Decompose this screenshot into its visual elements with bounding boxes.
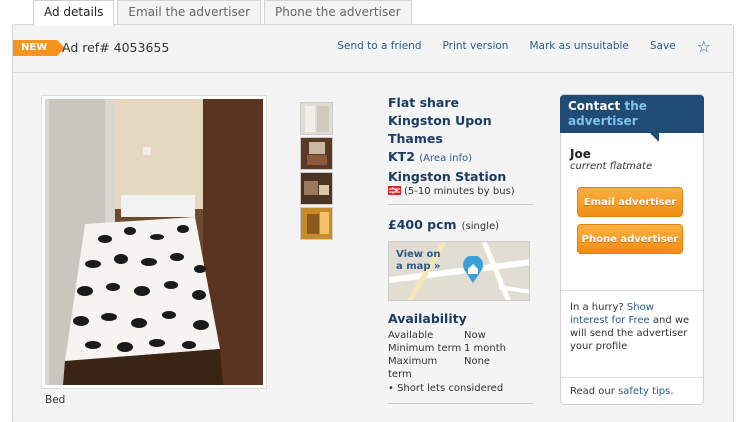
station-time-text: (5-10 minutes by bus) — [404, 186, 515, 197]
safety-tips-link[interactable]: safety tips — [618, 386, 670, 397]
hurry-lead: In a hurry? — [570, 302, 624, 313]
contact-header: Contact the advertiser — [560, 95, 704, 133]
map-pin-icon — [463, 256, 483, 283]
area-line-1: Kingston Upon — [388, 113, 492, 128]
bullet-icon: • — [388, 383, 398, 394]
listing-type: Flat share — [388, 95, 460, 110]
contact-box: Contact the advertiser Joe current flatm… — [560, 94, 704, 405]
email-advertiser-button[interactable]: Email advertiser — [577, 187, 683, 217]
ad-header: NEW Ad ref# 4053655 Send to a friend Pri… — [13, 25, 733, 73]
ad-actions: Send to a friend Print version Mark as u… — [316, 37, 711, 59]
availability-row: Available Now — [388, 329, 534, 342]
rail-icon — [388, 186, 401, 195]
speech-tail — [649, 132, 659, 142]
price-line: £400 pcm (single) — [388, 214, 534, 233]
listing-area: Kingston Upon Thames — [388, 112, 534, 148]
contact-header-advertiser: advertiser — [568, 114, 638, 128]
safety-period: . — [670, 386, 674, 397]
tab-bar: Ad details Email the advertiser Phone th… — [33, 0, 415, 26]
availability-row: Maximum term None — [388, 355, 534, 381]
ad-reference: Ad ref# 4053655 — [62, 40, 170, 55]
photo-thumbnails — [300, 102, 333, 242]
availability-title: Availability — [388, 311, 467, 326]
contact-header-word: Contact — [568, 99, 621, 113]
thumbnail[interactable] — [300, 207, 333, 240]
main-photo[interactable] — [41, 95, 267, 389]
thumbnail[interactable] — [300, 172, 333, 205]
contact-header-the: the — [624, 99, 647, 113]
tab-ad-details[interactable]: Ad details — [33, 0, 115, 26]
hurry-text: In a hurry? Show interest for Free and w… — [561, 290, 703, 353]
phone-advertiser-button[interactable]: Phone advertiser — [577, 224, 683, 254]
thumbnail[interactable] — [300, 137, 333, 170]
station-time: (5-10 minutes by bus) — [388, 186, 534, 197]
short-lets-item: • Short lets considered — [388, 382, 534, 395]
save-link[interactable]: Save — [650, 40, 676, 59]
send-to-friend-link[interactable]: Send to a friend — [337, 40, 421, 59]
divider — [388, 403, 534, 404]
map-label-line-1: View on — [396, 249, 441, 260]
bed-image — [45, 99, 263, 385]
availability-value: 1 month — [464, 343, 506, 354]
thumbnail[interactable] — [300, 102, 333, 135]
availability-label: Maximum term — [388, 356, 438, 380]
area-line-2: Thames — [388, 131, 443, 146]
advertiser-role: current flatmate — [570, 161, 653, 172]
availability-row: Minimum term 1 month — [388, 342, 534, 355]
new-badge: NEW — [13, 40, 65, 56]
postcode-line: KT2 (Area info) — [388, 148, 534, 168]
advertiser-name: Joe — [570, 147, 591, 161]
price: £400 pcm — [388, 217, 457, 232]
short-lets-text: Short lets considered — [397, 383, 504, 394]
availability-label: Minimum term — [388, 343, 462, 354]
availability-value: None — [464, 356, 491, 367]
map-thumbnail[interactable]: View on a map » — [388, 241, 530, 301]
star-icon[interactable]: ☆ — [697, 37, 711, 56]
station-name: Kingston Station — [388, 169, 507, 184]
map-label: View on a map » — [396, 249, 441, 273]
mark-unsuitable-link[interactable]: Mark as unsuitable — [529, 40, 628, 59]
photo-caption: Bed — [45, 394, 66, 406]
availability-table: Available Now Minimum term 1 month Maxim… — [388, 329, 534, 395]
divider — [388, 204, 534, 205]
ad-panel: NEW Ad ref# 4053655 Send to a friend Pri… — [12, 24, 734, 422]
postcode: KT2 — [388, 149, 415, 164]
map-label-line-2: a map » — [396, 261, 441, 272]
safety-text: Read our safety tips. — [561, 377, 703, 397]
listing-info: Flat share Kingston Upon Thames KT2 (Are… — [388, 94, 534, 413]
print-version-link[interactable]: Print version — [443, 40, 509, 59]
availability-value: Now — [464, 330, 486, 341]
availability-label: Available — [388, 330, 434, 341]
tab-phone-advertiser[interactable]: Phone the advertiser — [264, 0, 412, 25]
area-info-link[interactable]: (Area info) — [419, 153, 472, 164]
tab-email-advertiser[interactable]: Email the advertiser — [117, 0, 262, 25]
safety-lead: Read our — [570, 386, 615, 397]
price-note: (single) — [461, 221, 500, 232]
bed-photo — [45, 99, 263, 385]
